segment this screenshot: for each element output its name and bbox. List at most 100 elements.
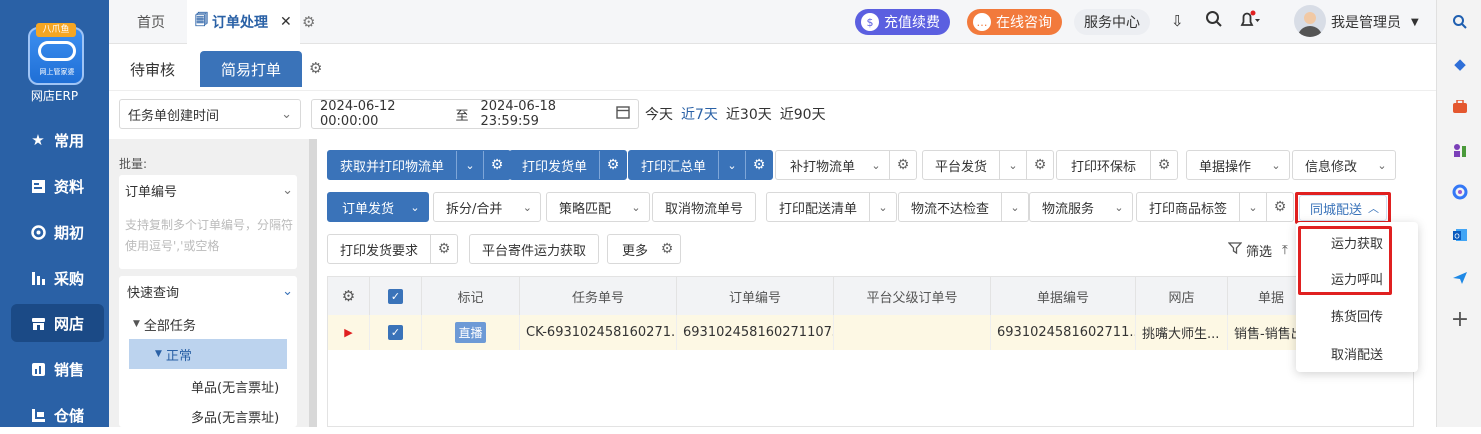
print-delivery-list-button[interactable]: 打印配送清单 ⌄	[766, 192, 898, 222]
split-merge-button[interactable]: 拆分/合并 ⌄	[433, 192, 542, 222]
chevron-down-icon[interactable]: ⌄	[1002, 201, 1028, 214]
bell-icon[interactable]	[1238, 10, 1262, 34]
logistics-service-button[interactable]: 物流服务 ⌄	[1029, 192, 1134, 222]
gear-icon[interactable]: ⚙	[600, 157, 626, 173]
close-icon[interactable]: ✕	[280, 14, 292, 30]
tree-node-normal[interactable]: ▼ 正常	[129, 339, 287, 369]
header-tag[interactable]: 标记	[422, 277, 520, 315]
link-7-days[interactable]: 近7天	[681, 104, 718, 124]
menu-item-cancel-delivery[interactable]: 取消配送	[1296, 335, 1418, 371]
reprint-waybill-button[interactable]: 补打物流单 ⌄ ⚙	[775, 150, 918, 180]
add-icon[interactable]: +	[1449, 307, 1471, 332]
chevron-down-icon[interactable]: ⌄	[457, 159, 483, 172]
gear-icon[interactable]: ⚙	[746, 157, 772, 173]
copilot-icon[interactable]	[1449, 181, 1471, 203]
sidebar-item-data[interactable]: 资料	[0, 167, 109, 205]
tab-pending-review[interactable]: 待审核	[109, 51, 196, 87]
button-label: 物流不达检查	[911, 201, 990, 217]
tab-order-processing[interactable]: 🗐 订单处理 ✕	[187, 0, 300, 44]
gear-icon[interactable]: ⚙	[309, 59, 322, 77]
target-icon	[30, 224, 46, 240]
purchase-icon	[30, 270, 46, 286]
quick-query-header[interactable]: 快速查询 ⌄	[127, 276, 293, 306]
filter-toggle[interactable]: 筛选 ⤒	[1227, 240, 1288, 260]
sidebar-item-sales[interactable]: 销售	[0, 350, 109, 388]
link-90-days[interactable]: 近90天	[780, 104, 826, 124]
unreachable-check-button[interactable]: 物流不达检查 ⌄	[898, 192, 1030, 222]
chess-icon[interactable]	[1449, 139, 1471, 161]
cancel-waybill-button[interactable]: 取消物流单号	[652, 192, 757, 222]
chevron-down-icon[interactable]: ⌄	[870, 201, 896, 214]
tree-node-all-tasks[interactable]: ▼ 全部任务	[133, 309, 196, 339]
gear-icon[interactable]: ⚙	[1027, 157, 1053, 173]
link-30-days[interactable]: 近30天	[726, 104, 772, 124]
batch-textarea[interactable]: 支持复制多个订单编号，分隔符使用逗号','或空格	[125, 215, 293, 257]
gear-icon[interactable]: ⚙	[1151, 157, 1177, 173]
same-city-delivery-button[interactable]: 同城配送 ︿	[1299, 195, 1387, 221]
avatar[interactable]	[1294, 5, 1326, 37]
search-icon[interactable]	[1449, 11, 1471, 33]
order-tab-icon: 🗐	[195, 13, 208, 28]
gear-icon[interactable]: ⚙	[484, 157, 510, 173]
gear-icon[interactable]: ⚙	[302, 13, 315, 31]
row-checkbox[interactable]: ✓	[388, 325, 403, 340]
sidebar: 八爪鱼 网上管家婆 网店ERP ★ 常用 资料 期初 采购 网店 销售 仓储	[0, 0, 109, 427]
chevron-down-icon[interactable]: ⌄	[1240, 201, 1266, 214]
print-ship-requirement-button[interactable]: 打印发货要求 ⚙	[327, 234, 459, 264]
chevron-down-icon[interactable]: ⌄	[863, 159, 889, 172]
service-center-button[interactable]: 服务中心	[1074, 9, 1150, 35]
search-icon[interactable]	[1205, 10, 1223, 32]
export-icon[interactable]: ⤒	[1282, 243, 1288, 258]
app-logo[interactable]: 八爪鱼 网上管家婆	[28, 23, 84, 85]
batch-field-select[interactable]: 订单编号 ⌄	[125, 175, 293, 205]
tree-node-label: 全部任务	[143, 318, 196, 334]
print-summary-button[interactable]: 打印汇总单 ⌄ ⚙	[628, 150, 774, 180]
fetch-print-waybill-button[interactable]: 获取并打印物流单 ⌄ ⚙	[327, 150, 512, 180]
strategy-match-button[interactable]: 策略匹配 ⌄	[546, 192, 651, 222]
platform-ship-button[interactable]: 平台发货 ⌄ ⚙	[922, 150, 1055, 180]
document-actions-button[interactable]: 单据操作 ⌄	[1186, 150, 1291, 180]
print-eco-label-button[interactable]: 打印环保标 ⚙	[1056, 150, 1179, 180]
tab-easy-print[interactable]: 简易打单	[200, 51, 303, 87]
chevron-down-icon[interactable]: ⌄	[719, 159, 745, 172]
tab-home[interactable]: 首页	[137, 0, 165, 44]
header-parent-order-no[interactable]: 平台父级订单号	[834, 277, 991, 315]
link-today[interactable]: 今天	[645, 104, 673, 124]
platform-pickup-capacity-button[interactable]: 平台寄件运力获取	[469, 234, 600, 264]
header-order-no[interactable]: 订单编号	[677, 277, 834, 315]
tag-icon[interactable]: ◆	[1449, 53, 1471, 75]
date-field-select[interactable]: 任务单创建时间 ⌄	[119, 99, 301, 129]
caret-right-icon[interactable]: ▶	[344, 326, 352, 339]
gear-icon[interactable]: ⚙	[890, 157, 916, 173]
user-menu[interactable]: 我是管理员 ▼	[1331, 0, 1419, 44]
briefcase-icon[interactable]	[1449, 96, 1471, 118]
more-button[interactable]: 更多 ⚙	[607, 234, 682, 264]
header-shop[interactable]: 网店	[1136, 277, 1228, 315]
gear-icon[interactable]: ⚙	[431, 241, 457, 257]
edit-info-button[interactable]: 信息修改 ⌄	[1292, 150, 1397, 180]
chevron-down-icon[interactable]: ⌄	[1000, 159, 1026, 172]
sidebar-item-warehouse[interactable]: 仓储	[0, 396, 109, 434]
send-icon[interactable]	[1449, 267, 1471, 289]
sidebar-item-opening[interactable]: 期初	[0, 213, 109, 251]
download-icon[interactable]: ⇩	[1171, 12, 1184, 30]
gear-icon[interactable]: ⚙	[1267, 199, 1293, 215]
order-ship-button[interactable]: 订单发货 ⌄	[327, 192, 430, 222]
header-doc-no[interactable]: 单据编号	[991, 277, 1136, 315]
tree-node-single[interactable]: 单品(无言票址)	[191, 371, 279, 401]
select-all-checkbox[interactable]: ✓	[388, 288, 403, 304]
consult-button[interactable]: … 在线咨询	[967, 9, 1062, 35]
sidebar-item-purchase[interactable]: 采购	[0, 259, 109, 297]
sidebar-item-store[interactable]: 网店	[11, 304, 104, 342]
sidebar-item-common[interactable]: ★ 常用	[0, 121, 109, 159]
print-delivery-note-button[interactable]: 打印发货单 ⚙	[509, 150, 628, 180]
panel-splitter[interactable]	[309, 139, 317, 427]
date-range-picker[interactable]: 2024-06-12 00:00:00 至 2024-06-18 23:59:5…	[311, 99, 639, 129]
menu-item-pick-return[interactable]: 拣货回传	[1296, 297, 1418, 333]
header-task-no[interactable]: 任务单号	[520, 277, 677, 315]
print-product-label-button[interactable]: 打印商品标签 ⌄ ⚙	[1136, 192, 1295, 222]
gear-icon[interactable]: ⚙	[342, 287, 355, 305]
gear-icon[interactable]: ⚙	[654, 241, 680, 257]
outlook-icon[interactable]: O	[1449, 224, 1471, 246]
recharge-button[interactable]: $ 充值续费	[855, 9, 950, 35]
